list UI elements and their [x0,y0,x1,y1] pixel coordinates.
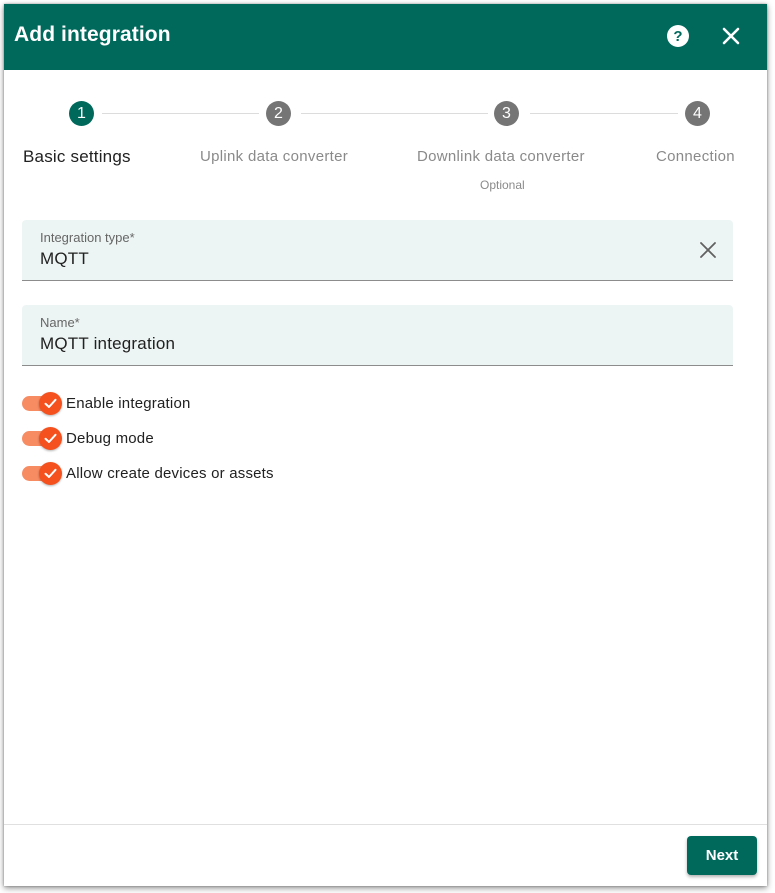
step-1-label[interactable]: Basic settings [23,147,131,167]
step-connector [102,113,259,114]
toggle-thumb[interactable] [39,392,62,415]
clear-icon[interactable] [697,239,719,261]
step-2-circle[interactable]: 2 [266,101,291,126]
name-label: Name* [40,315,80,330]
dialog-title: Add integration [14,23,171,46]
check-icon [44,398,57,408]
toggle-thumb[interactable] [39,427,62,450]
step-1-circle[interactable]: 1 [69,101,94,126]
svg-text:?: ? [673,28,682,45]
check-icon [44,433,57,443]
dialog-header: Add integration ? [4,4,767,70]
step-3-circle[interactable]: 3 [494,101,519,126]
step-2-label[interactable]: Uplink data converter [200,148,348,165]
step-connector [301,113,488,114]
integration-type-label: Integration type* [40,230,135,245]
close-icon[interactable] [719,24,743,48]
enable-integration-label: Enable integration [66,395,191,412]
help-icon[interactable]: ? [666,24,690,48]
next-button[interactable]: Next [687,836,757,875]
integration-type-field[interactable]: Integration type* MQTT [22,220,733,281]
stepper: 1 Basic settings 2 Uplink data converter… [4,70,767,192]
step-3-label[interactable]: Downlink data converter [417,148,585,165]
toggle-thumb[interactable] [39,462,62,485]
allow-create-devices-label: Allow create devices or assets [66,465,274,482]
debug-mode-label: Debug mode [66,430,154,447]
name-input[interactable]: MQTT integration [40,334,175,354]
name-field[interactable]: Name* MQTT integration [22,305,733,366]
step-4-circle[interactable]: 4 [685,101,710,126]
check-icon [44,468,57,478]
step-4-label[interactable]: Connection [656,148,735,165]
step-3-optional-label: Optional [480,178,525,192]
step-connector [530,113,678,114]
add-integration-dialog: Add integration ? 1 Basic settings 2 Upl… [4,4,767,886]
footer-divider [4,824,767,825]
integration-type-value[interactable]: MQTT [40,249,89,269]
